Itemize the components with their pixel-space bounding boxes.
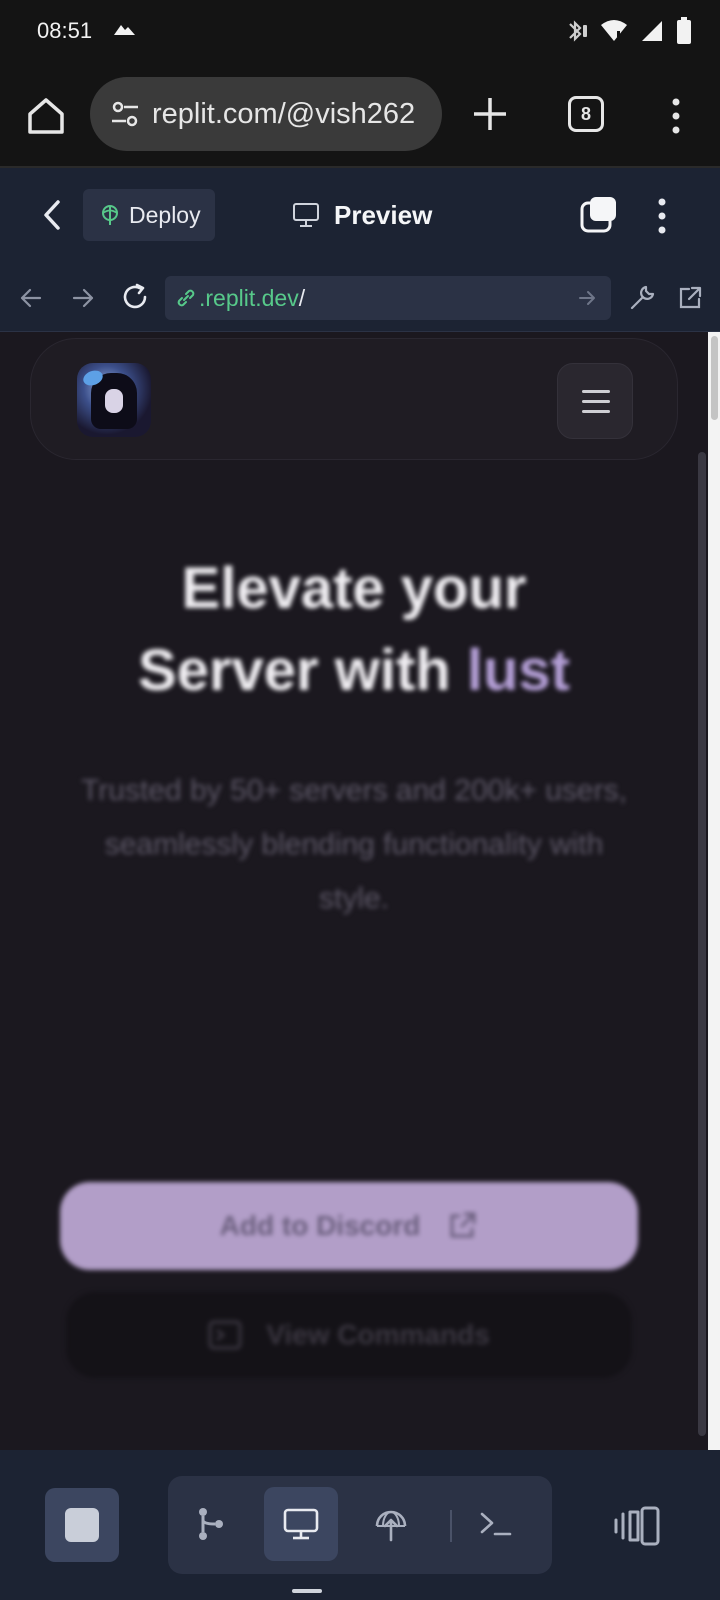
hero-line-2: Server with lust	[138, 638, 570, 703]
panels-icon[interactable]	[614, 1506, 660, 1546]
overflow-menu-icon[interactable]	[652, 196, 672, 236]
site-navbar	[30, 338, 678, 460]
deploy-icon	[102, 205, 118, 225]
stop-button[interactable]	[45, 1488, 119, 1562]
webview-url-path: /	[298, 284, 306, 311]
tool-group	[168, 1476, 552, 1574]
mountain-icon	[114, 25, 135, 35]
site-settings-icon[interactable]	[110, 99, 140, 129]
page-scrollbar-thumb[interactable]	[711, 336, 718, 420]
hero-line-1: Elevate your	[181, 556, 527, 621]
webview-toolbar: .replit.dev /	[0, 262, 720, 332]
forward-arrow-icon[interactable]	[70, 285, 96, 311]
wrench-icon[interactable]	[628, 284, 656, 312]
webview-url-host: .replit.dev	[199, 284, 299, 311]
deploy-tool-button[interactable]	[354, 1487, 428, 1561]
tab-preview[interactable]: Preview	[292, 192, 432, 238]
address-bar[interactable]: replit.com/@vish262	[90, 77, 442, 151]
add-to-discord-button[interactable]: Add to Discord	[60, 1182, 638, 1270]
terminal-icon	[480, 1512, 512, 1536]
deploy-label: Deploy	[129, 201, 201, 228]
git-icon	[199, 1508, 223, 1540]
add-to-discord-label: Add to Discord	[219, 1210, 421, 1241]
new-tab-icon[interactable]	[470, 94, 510, 134]
hamburger-menu-icon[interactable]	[557, 363, 633, 439]
back-arrow-icon[interactable]	[18, 285, 44, 311]
link-icon	[177, 289, 195, 307]
preview-tool-button[interactable]	[264, 1487, 338, 1561]
back-chevron-icon[interactable]	[40, 199, 64, 231]
tool-divider	[450, 1510, 452, 1542]
webview-url-field[interactable]: .replit.dev /	[165, 276, 611, 320]
battery-icon	[677, 17, 691, 44]
site-scrollbar[interactable]	[698, 452, 706, 1436]
deploy-button[interactable]: Deploy	[83, 189, 215, 241]
signal-icon	[642, 21, 662, 41]
shell-button[interactable]	[458, 1487, 532, 1561]
hero-accent: lust	[466, 638, 570, 703]
monitor-icon	[293, 203, 319, 227]
external-link-icon	[450, 1212, 476, 1238]
status-time: 08:51	[37, 18, 93, 43]
view-commands-button[interactable]: View Commands	[66, 1292, 632, 1378]
tab-switcher-icon[interactable]: 8	[568, 96, 604, 132]
site-preview: Elevate your Server with lust Trusted by…	[0, 332, 708, 1450]
status-bar: 08:51	[0, 0, 720, 64]
stop-icon	[65, 1508, 99, 1542]
preview-label: Preview	[334, 199, 433, 230]
monitor-icon	[283, 1508, 319, 1540]
replit-header: Deploy Preview	[0, 168, 720, 262]
home-indicator[interactable]	[292, 1589, 322, 1593]
go-arrow-icon[interactable]	[577, 288, 597, 308]
reload-icon[interactable]	[120, 282, 150, 312]
browser-toolbar: replit.com/@vish262 8	[0, 64, 720, 168]
terminal-icon	[208, 1320, 242, 1350]
page-scrollbar[interactable]	[708, 332, 720, 1450]
status-icons	[564, 16, 692, 46]
home-icon[interactable]	[24, 94, 68, 138]
hero-title: Elevate your Server with lust	[0, 548, 708, 712]
bluetooth-icon	[569, 20, 587, 42]
external-link-icon[interactable]	[676, 284, 704, 312]
wifi-icon	[601, 20, 627, 41]
hero-subtitle: Trusted by 50+ servers and 200k+ users, …	[81, 774, 627, 915]
address-text: replit.com/@vish262	[152, 97, 416, 130]
git-button[interactable]	[174, 1487, 248, 1561]
site-logo-avatar[interactable]	[77, 363, 151, 437]
overflow-menu-icon[interactable]	[666, 96, 686, 136]
view-commands-label: View Commands	[266, 1319, 490, 1350]
window-icon[interactable]	[580, 195, 618, 233]
deploy-icon	[375, 1510, 407, 1542]
replit-bottom-toolbar	[0, 1450, 720, 1600]
